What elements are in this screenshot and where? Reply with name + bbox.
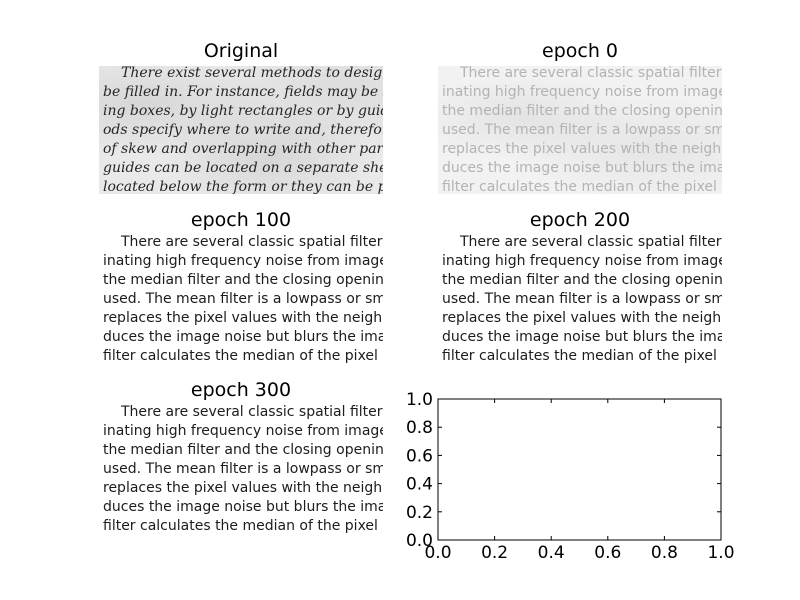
panel-title-epoch-300: epoch 300 bbox=[190, 379, 292, 401]
y-tick-label: 0.0 bbox=[406, 531, 433, 551]
x-tick-label: 0.4 bbox=[538, 543, 565, 563]
x-tick-label: 0.2 bbox=[481, 543, 508, 563]
panel-title-epoch-0: epoch 0 bbox=[542, 40, 618, 62]
x-tick-label: 0.8 bbox=[651, 543, 678, 563]
text-line: There are several classic spatial filter… bbox=[121, 235, 383, 250]
x-tick-label: 1.0 bbox=[707, 543, 734, 563]
y-tick-label: 0.8 bbox=[406, 418, 433, 438]
text-line: filter calculates the median of the pixe… bbox=[103, 518, 383, 533]
text-line: There are several classic spatial filter… bbox=[460, 235, 722, 250]
text-line: ods specify where to write and, therefor… bbox=[103, 122, 383, 138]
text-line: the median filter and the closing openin… bbox=[442, 103, 722, 119]
text-line: inating high frequency noise from images… bbox=[442, 253, 722, 269]
text-line: replaces the pixel values with the neigh… bbox=[442, 141, 722, 157]
text-line: the median filter and the closing openin… bbox=[103, 272, 383, 288]
text-line: ing boxes, by light rectangles or by gui… bbox=[103, 103, 383, 119]
image-panel-epoch-200: There are several classic spatial filter… bbox=[438, 235, 722, 363]
text-line: inating high frequency noise from images… bbox=[103, 253, 383, 269]
text-line: used. The mean filter is a lowpass or sm… bbox=[442, 291, 722, 307]
text-line: replaces the pixel values with the neigh… bbox=[103, 480, 383, 496]
text-line: There are several classic spatial filter… bbox=[460, 66, 722, 81]
text-line: used. The mean filter is a lowpass or sm… bbox=[103, 291, 383, 307]
text-line: duces the image noise but blurs the imag… bbox=[103, 499, 383, 515]
text-line: inating high frequency noise from images… bbox=[103, 423, 383, 439]
text-line: the median filter and the closing openin… bbox=[103, 442, 383, 458]
text-line: located below the form or they can be pr… bbox=[103, 179, 383, 194]
panel-title-epoch-200: epoch 200 bbox=[529, 209, 631, 231]
text-line: used. The mean filter is a lowpass or sm… bbox=[442, 122, 722, 138]
text-line: duces the image noise but blurs the imag… bbox=[442, 329, 722, 345]
text-line: the median filter and the closing openin… bbox=[442, 272, 722, 288]
y-tick-label: 0.2 bbox=[406, 503, 433, 523]
text-line: replaces the pixel values with the neigh… bbox=[103, 310, 383, 326]
text-line: guides can be located on a separate shee… bbox=[103, 160, 383, 176]
text-line: replaces the pixel values with the neigh… bbox=[442, 310, 722, 326]
text-line: duces the image noise but blurs the imag… bbox=[442, 160, 722, 176]
axes-frame bbox=[437, 398, 722, 541]
text-line: used. The mean filter is a lowpass or sm… bbox=[103, 461, 383, 477]
image-panel-epoch-100: There are several classic spatial filter… bbox=[99, 235, 383, 363]
y-tick-label: 0.6 bbox=[406, 446, 433, 466]
image-panel-epoch-300: There are several classic spatial filter… bbox=[99, 405, 383, 533]
image-panel-original: There exist several methods to design fo… bbox=[99, 66, 383, 194]
panel-title-epoch-100: epoch 100 bbox=[190, 209, 292, 231]
y-tick-label: 0.4 bbox=[406, 475, 433, 495]
text-line: duces the image noise but blurs the imag… bbox=[103, 329, 383, 345]
text-line: filter calculates the median of the pixe… bbox=[442, 348, 722, 363]
panel-title-original: Original bbox=[203, 40, 279, 62]
text-line: of skew and overlapping with other parts… bbox=[103, 141, 383, 157]
text-line: be filled in. For instance, fields may b… bbox=[103, 84, 383, 100]
image-panel-epoch-0: There are several classic spatial filter… bbox=[438, 66, 722, 194]
y-tick-label: 1.0 bbox=[406, 390, 433, 410]
text-line: filter calculates the median of the pixe… bbox=[103, 348, 383, 363]
text-line: filter calculates the median of the pixe… bbox=[442, 179, 722, 194]
x-tick-label: 0.0 bbox=[424, 543, 451, 563]
text-line: There exist several methods to design fo bbox=[121, 66, 383, 81]
text-line: There are several classic spatial filter… bbox=[121, 405, 383, 420]
text-line: inating high frequency noise from images… bbox=[442, 84, 722, 100]
x-tick-label: 0.6 bbox=[594, 543, 621, 563]
